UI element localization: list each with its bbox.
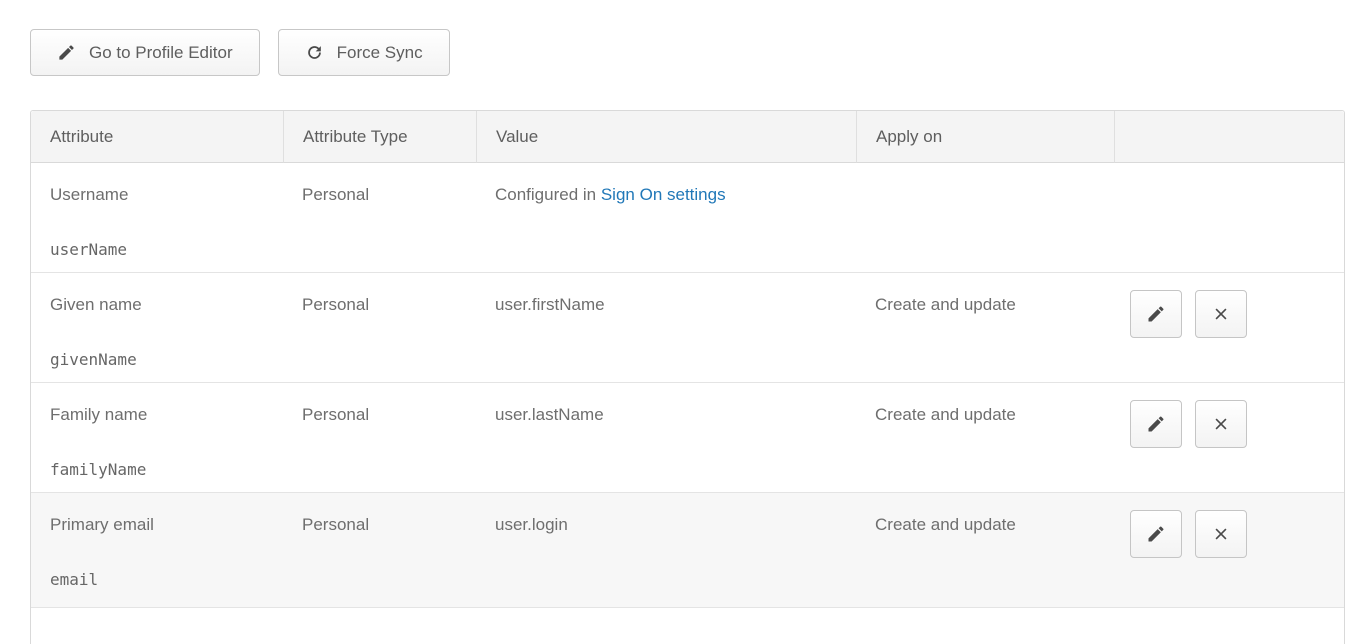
go-to-profile-editor-label: Go to Profile Editor <box>89 43 233 63</box>
attribute-mappings-page: Go to Profile Editor Force Sync Attribut… <box>0 0 1370 644</box>
toolbar: Go to Profile Editor Force Sync <box>30 29 1345 76</box>
attribute-code: email <box>50 570 273 589</box>
go-to-profile-editor-button[interactable]: Go to Profile Editor <box>30 29 260 76</box>
sign-on-settings-link[interactable]: Sign On settings <box>601 185 726 204</box>
attribute-type-cell: Personal <box>283 493 476 608</box>
attribute-cell: Family name familyName <box>31 383 283 493</box>
attribute-label: Given name <box>50 295 273 315</box>
actions-cell <box>1114 273 1344 383</box>
attribute-type-cell: Personal <box>283 163 476 273</box>
column-header-attribute-type: Attribute Type <box>283 111 476 163</box>
attribute-label: Primary email <box>50 515 273 535</box>
actions-cell <box>1114 163 1344 273</box>
value-cell: user.lastName <box>476 383 856 493</box>
apply-on-cell: Create and update <box>856 493 1114 608</box>
attribute-code: familyName <box>50 460 273 479</box>
attribute-cell: Given name givenName <box>31 273 283 383</box>
edit-attribute-button[interactable] <box>1130 290 1182 338</box>
attribute-code: givenName <box>50 350 273 369</box>
attribute-type-cell: Personal <box>283 383 476 493</box>
close-icon <box>1211 524 1231 544</box>
column-header-value: Value <box>476 111 856 163</box>
force-sync-label: Force Sync <box>337 43 423 63</box>
value-cell: Configured in Sign On settings <box>476 163 856 273</box>
apply-on-cell <box>856 163 1114 273</box>
table-row-partial <box>31 608 1344 644</box>
actions-cell <box>1114 493 1344 608</box>
remove-attribute-button[interactable] <box>1195 290 1247 338</box>
table-row-family-name: Family name familyName Personal user.las… <box>31 383 1344 493</box>
attribute-label: Family name <box>50 405 273 425</box>
edit-attribute-button[interactable] <box>1130 400 1182 448</box>
attribute-cell: Primary email email <box>31 493 283 608</box>
table-row-primary-email: Primary email email Personal user.login … <box>31 493 1344 608</box>
apply-on-cell: Create and update <box>856 273 1114 383</box>
attribute-mappings-table: Attribute Attribute Type Value Apply on … <box>30 110 1345 644</box>
table-row-given-name: Given name givenName Personal user.first… <box>31 273 1344 383</box>
edit-attribute-button[interactable] <box>1130 510 1182 558</box>
pencil-icon <box>1146 304 1166 324</box>
column-header-actions <box>1114 111 1344 163</box>
column-header-attribute: Attribute <box>31 111 283 163</box>
attribute-label: Username <box>50 185 273 205</box>
close-icon <box>1211 414 1231 434</box>
column-header-apply-on: Apply on <box>856 111 1114 163</box>
close-icon <box>1211 304 1231 324</box>
table-row-username: Username userName Personal Configured in… <box>31 163 1344 273</box>
pencil-icon <box>1146 414 1166 434</box>
attribute-code: userName <box>50 240 273 259</box>
value-cell: user.login <box>476 493 856 608</box>
value-cell: user.firstName <box>476 273 856 383</box>
remove-attribute-button[interactable] <box>1195 400 1247 448</box>
attribute-cell: Username userName <box>31 163 283 273</box>
attribute-type-cell: Personal <box>283 273 476 383</box>
value-text: Configured in <box>495 185 601 204</box>
refresh-icon <box>305 43 324 62</box>
table-header: Attribute Attribute Type Value Apply on <box>31 111 1344 163</box>
apply-on-cell: Create and update <box>856 383 1114 493</box>
force-sync-button[interactable]: Force Sync <box>278 29 450 76</box>
actions-cell <box>1114 383 1344 493</box>
remove-attribute-button[interactable] <box>1195 510 1247 558</box>
pencil-icon <box>1146 524 1166 544</box>
pencil-icon <box>57 43 76 62</box>
